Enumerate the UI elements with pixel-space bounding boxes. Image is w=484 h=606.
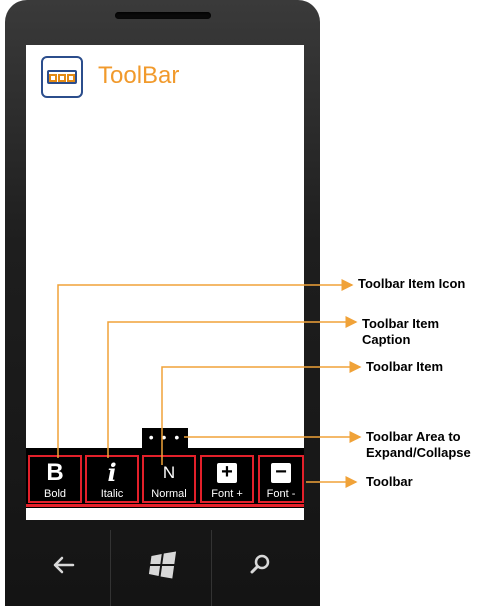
callout-toolbar-item-icon: Toolbar Item Icon	[358, 276, 466, 291]
callout-lines	[57, 279, 362, 488]
callout-toolbar-item: Toolbar Item	[366, 359, 444, 374]
callout-toolbar-expand-area: Toolbar Area to Expand/Collapse	[366, 429, 471, 460]
callout-line-item-icon	[57, 279, 354, 458]
callout-toolbar-item-caption: Toolbar Item Caption	[362, 316, 440, 347]
callout-line-item	[161, 361, 362, 465]
callout-toolbar: Toolbar	[366, 474, 413, 489]
